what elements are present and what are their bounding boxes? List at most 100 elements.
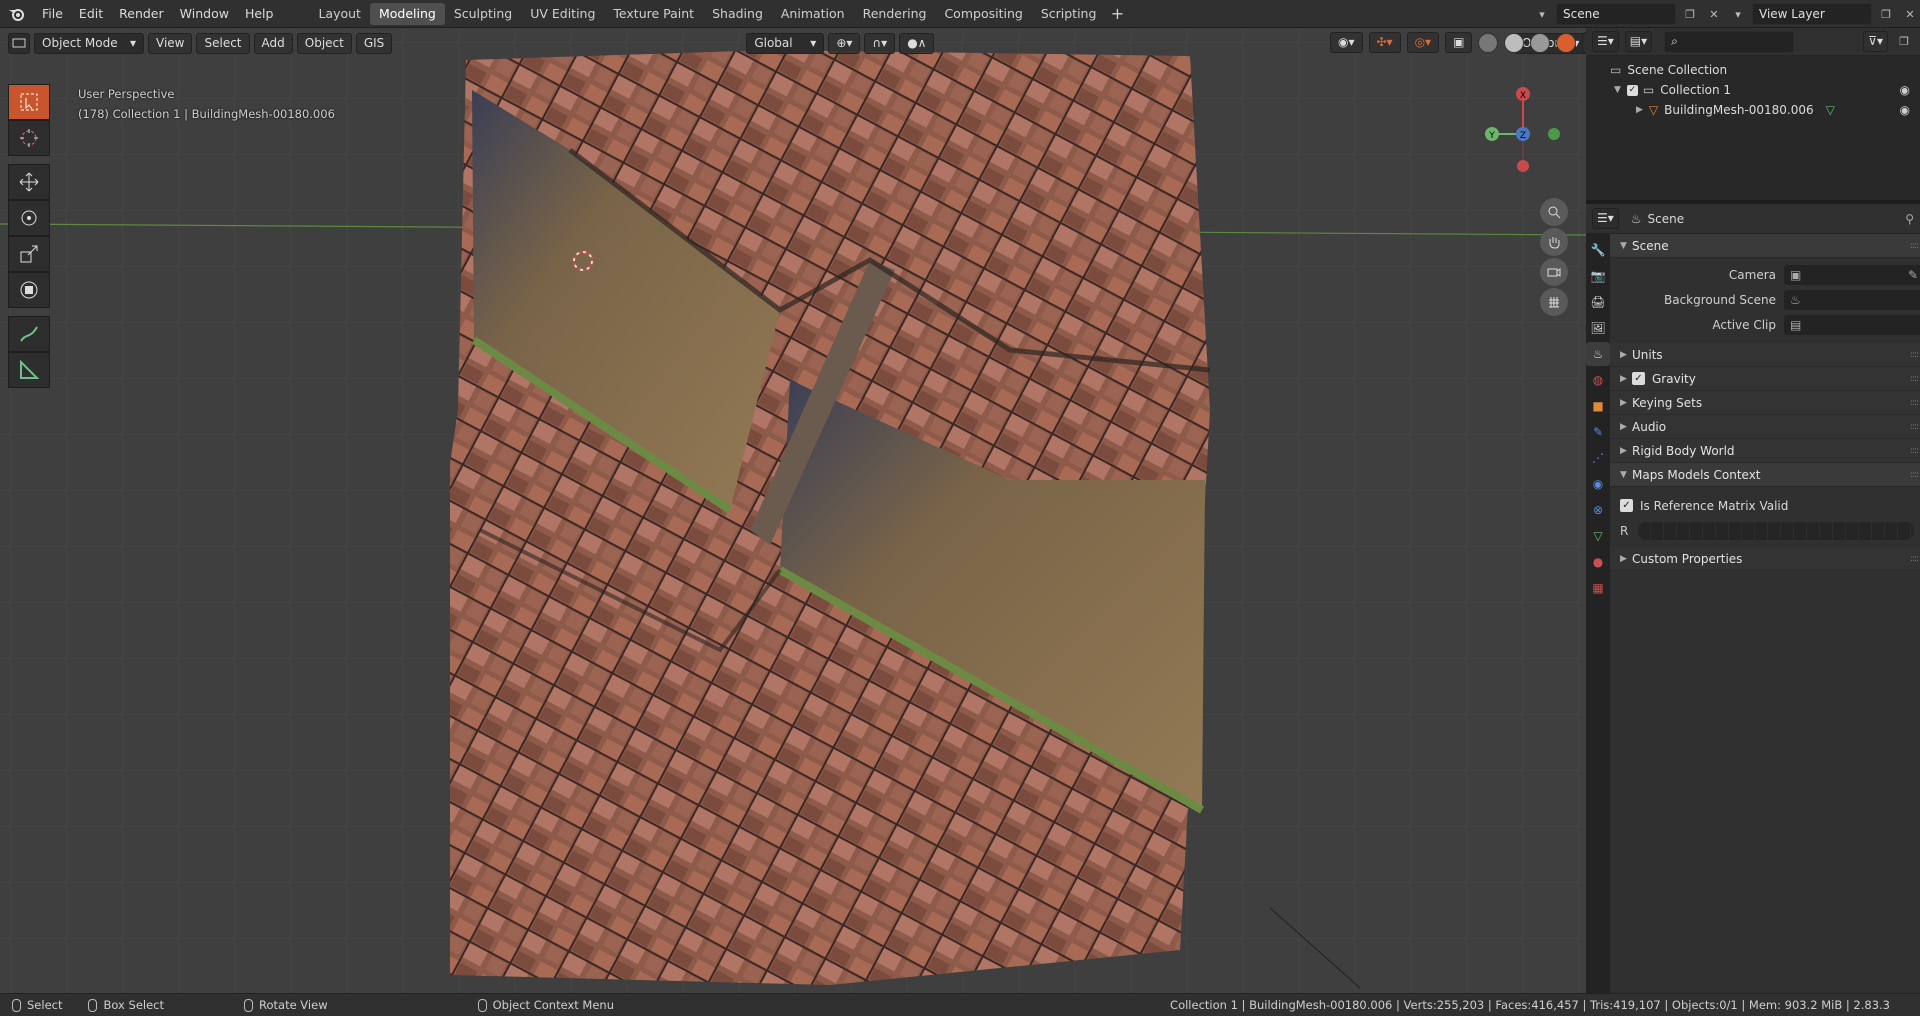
transform-orientation-select[interactable]: Global ▾ xyxy=(746,32,825,54)
pin-icon[interactable]: ⚲ xyxy=(1905,212,1914,226)
tab-scripting[interactable]: Scripting xyxy=(1032,3,1106,25)
rigid-body-world-panel-header[interactable]: ▶ Rigid Body World :::: xyxy=(1610,439,1920,463)
tab-animation[interactable]: Animation xyxy=(772,3,854,25)
background-scene-field[interactable]: ♨ xyxy=(1784,289,1920,310)
new-collection-icon[interactable]: ❐ xyxy=(1894,32,1914,52)
is-reference-checkbox[interactable]: ✓ xyxy=(1620,499,1633,512)
material-tab-icon[interactable]: ● xyxy=(1586,550,1610,574)
active-clip-field[interactable]: ▤ xyxy=(1784,314,1920,335)
tab-layout[interactable]: Layout xyxy=(309,3,370,25)
menu-view[interactable]: View xyxy=(148,32,193,54)
drag-grip-icon[interactable]: :::: xyxy=(1910,374,1919,384)
gizmo-toggle-icon[interactable]: ✣▾ xyxy=(1368,32,1401,53)
tab-rendering[interactable]: Rendering xyxy=(854,3,936,25)
menu-edit[interactable]: Edit xyxy=(71,3,111,25)
overlay-toggle-icon[interactable]: ◎▾ xyxy=(1406,32,1440,53)
menu-gis[interactable]: GIS xyxy=(355,32,393,54)
select-box-tool[interactable] xyxy=(8,84,50,120)
drag-grip-icon[interactable]: :::: xyxy=(1910,422,1919,432)
drag-grip-icon[interactable]: :::: xyxy=(1910,554,1919,564)
constraints-tab-icon[interactable]: ⊗ xyxy=(1586,498,1610,522)
tool-tab-icon[interactable]: 🔧 xyxy=(1586,238,1610,262)
outliner-scene-collection[interactable]: ▭ Scene Collection xyxy=(1586,60,1920,80)
filter-icon[interactable]: ⊽▾ xyxy=(1863,31,1888,52)
eye-icon[interactable]: ◉ xyxy=(1900,83,1910,97)
scale-tool[interactable] xyxy=(8,236,50,272)
outliner-editor-type-icon[interactable]: ☰▾ xyxy=(1592,31,1619,52)
expand-triangle-icon[interactable]: ▶ xyxy=(1636,105,1643,115)
physics-tab-icon[interactable]: ◉ xyxy=(1586,472,1610,496)
properties-editor-type-icon[interactable]: ☰▾ xyxy=(1592,208,1619,229)
rendered-shading-icon[interactable] xyxy=(1556,32,1577,53)
cursor-tool[interactable] xyxy=(8,120,50,156)
gravity-panel-header[interactable]: ▶ ✓ Gravity :::: xyxy=(1610,367,1920,391)
texture-tab-icon[interactable]: ▦ xyxy=(1586,576,1610,600)
scene-field[interactable]: Scene xyxy=(1556,3,1676,25)
delete-scene-icon[interactable]: ✕ xyxy=(1704,4,1724,24)
new-view-layer-icon[interactable]: ❐ xyxy=(1876,4,1896,24)
menu-add[interactable]: Add xyxy=(253,32,293,54)
audio-panel-header[interactable]: ▶ Audio :::: xyxy=(1610,415,1920,439)
keying-sets-panel-header[interactable]: ▶ Keying Sets :::: xyxy=(1610,391,1920,415)
transform-tool[interactable] xyxy=(8,272,50,308)
tab-compositing[interactable]: Compositing xyxy=(935,3,1031,25)
new-scene-icon[interactable]: ❐ xyxy=(1680,4,1700,24)
units-panel-header[interactable]: ▶ Units :::: xyxy=(1610,343,1920,367)
drag-grip-icon[interactable]: :::: xyxy=(1910,470,1919,480)
scene-tab-icon[interactable]: ♨ xyxy=(1586,342,1610,366)
tab-uv-editing[interactable]: UV Editing xyxy=(521,3,604,25)
mode-select[interactable]: Object Mode ▾ xyxy=(34,32,144,54)
navigation-gizmo[interactable]: X Y Z xyxy=(1468,84,1568,184)
menu-window[interactable]: Window xyxy=(172,3,237,25)
zoom-icon[interactable] xyxy=(1540,198,1568,226)
camera-view-icon[interactable] xyxy=(1540,258,1568,286)
eye-icon[interactable]: ◉ xyxy=(1900,103,1910,117)
drag-grip-icon[interactable]: :::: xyxy=(1910,241,1919,251)
menu-render[interactable]: Render xyxy=(111,3,172,25)
tab-texture-paint[interactable]: Texture Paint xyxy=(604,3,703,25)
output-tab-icon[interactable]: 🖨 xyxy=(1586,290,1610,314)
particles-tab-icon[interactable]: ⋰ xyxy=(1586,446,1610,470)
material-shading-icon[interactable] xyxy=(1530,32,1551,53)
data-tab-icon[interactable]: ▽ xyxy=(1586,524,1610,548)
modifier-tab-icon[interactable]: ✎ xyxy=(1586,420,1610,444)
view-layer-icon[interactable]: ▾ xyxy=(1728,4,1748,24)
menu-help[interactable]: Help xyxy=(237,3,282,25)
snap-button[interactable]: ∩▾ xyxy=(864,32,896,54)
blender-logo-icon[interactable] xyxy=(0,0,34,28)
visibility-icon[interactable]: ◉▾ xyxy=(1330,32,1363,53)
r-matrix-field[interactable] xyxy=(1638,521,1914,540)
proportional-edit-button[interactable]: ●∧ xyxy=(899,32,935,54)
outliner[interactable]: ▭ Scene Collection ▼ ✓ ▭ Collection 1 ◉ … xyxy=(1586,56,1920,204)
expand-triangle-icon[interactable]: ▼ xyxy=(1614,85,1621,95)
gravity-checkbox[interactable]: ✓ xyxy=(1632,372,1645,385)
perspective-toggle-icon[interactable] xyxy=(1540,288,1568,316)
tab-modeling[interactable]: Modeling xyxy=(369,2,445,25)
drag-grip-icon[interactable]: :::: xyxy=(1910,350,1919,360)
pan-hand-icon[interactable] xyxy=(1540,228,1568,256)
menu-select[interactable]: Select xyxy=(196,32,250,54)
tab-sculpting[interactable]: Sculpting xyxy=(445,3,521,25)
editor-type-button[interactable] xyxy=(8,32,30,54)
menu-object[interactable]: Object xyxy=(296,32,352,54)
tab-shading[interactable]: Shading xyxy=(703,3,772,25)
rotate-tool[interactable] xyxy=(8,200,50,236)
3d-viewport[interactable]: Object Mode ▾ View Select Add Object GIS … xyxy=(0,28,1586,993)
annotate-tool[interactable] xyxy=(8,316,50,352)
wireframe-shading-icon[interactable] xyxy=(1478,32,1499,53)
measure-tool[interactable] xyxy=(8,352,50,388)
drag-grip-icon[interactable]: :::: xyxy=(1910,398,1919,408)
outliner-object-row[interactable]: ▶ ▽ BuildingMesh-00180.006 ▽ ◉ xyxy=(1586,100,1920,120)
exclude-checkbox[interactable]: ✓ xyxy=(1626,84,1638,96)
delete-view-layer-icon[interactable]: ✕ xyxy=(1900,4,1920,24)
eyedropper-icon[interactable]: ✎ xyxy=(1908,268,1918,282)
outliner-search-input[interactable]: ⌕ xyxy=(1664,30,1795,53)
scene-panel-header[interactable]: ▼ Scene :::: xyxy=(1610,234,1920,258)
object-tab-icon[interactable]: ■ xyxy=(1586,394,1610,418)
move-tool[interactable] xyxy=(8,164,50,200)
render-tab-icon[interactable]: 📷 xyxy=(1586,264,1610,288)
camera-field[interactable]: ▣ ✎ xyxy=(1784,264,1920,285)
custom-properties-panel-header[interactable]: ▶ Custom Properties :::: xyxy=(1610,547,1920,571)
shading-options-icon[interactable]: ▾ xyxy=(1582,32,1586,53)
outliner-collection-row[interactable]: ▼ ✓ ▭ Collection 1 ◉ xyxy=(1586,80,1920,100)
